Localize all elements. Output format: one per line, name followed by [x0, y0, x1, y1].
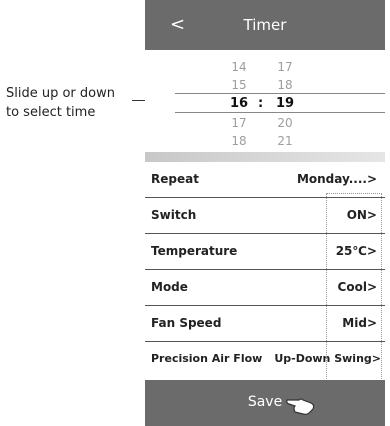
picker-divider-top — [175, 93, 385, 94]
minute-value[interactable]: 18 — [274, 78, 296, 92]
picker-row[interactable]: 18 21 — [145, 134, 385, 148]
time-picker[interactable]: 14 17 15 18 16 : 19 17 20 18 21 — [145, 50, 385, 152]
hour-value[interactable]: 16 — [228, 96, 250, 111]
picker-row[interactable]: 15 18 — [145, 78, 385, 92]
setting-label: Temperature — [151, 244, 238, 258]
setting-value[interactable]: Monday....> — [297, 172, 377, 186]
setting-label: Switch — [151, 208, 197, 222]
picker-row[interactable]: 17 20 — [145, 116, 385, 130]
picker-row-selected[interactable]: 16 : 19 — [145, 96, 385, 111]
annotation-line-2: to select time — [6, 105, 96, 120]
setting-label: Mode — [151, 280, 188, 294]
setting-label: Fan Speed — [151, 316, 222, 330]
setting-label: Precision Air Flow — [151, 352, 263, 365]
picker-divider-bottom — [175, 112, 385, 113]
minute-value[interactable]: 21 — [274, 134, 296, 148]
annotation-line-1: Slide up or down — [6, 86, 115, 101]
setting-label: Repeat — [151, 172, 199, 186]
save-button[interactable]: Save — [145, 394, 385, 410]
hand-pointer-icon — [285, 394, 317, 420]
minute-value[interactable]: 19 — [274, 96, 296, 111]
annotation-text: Slide up or down to select time — [6, 84, 115, 122]
hour-value[interactable]: 18 — [228, 134, 250, 148]
save-bar[interactable]: Save — [145, 380, 385, 426]
header-bar: < Timer — [145, 0, 385, 50]
hour-value[interactable]: 15 — [228, 78, 250, 92]
timer-screen: < Timer 14 17 15 18 16 : 19 17 20 18 21 … — [145, 0, 385, 426]
values-highlight-box — [326, 193, 382, 391]
page-title: Timer — [243, 16, 287, 34]
hour-value[interactable]: 14 — [228, 60, 250, 74]
picker-row[interactable]: 14 17 — [145, 60, 385, 74]
divider-gradient — [145, 152, 385, 162]
minute-value[interactable]: 20 — [274, 116, 296, 130]
hour-value[interactable]: 17 — [228, 116, 250, 130]
time-separator: : — [258, 96, 264, 111]
minute-value[interactable]: 17 — [274, 60, 296, 74]
